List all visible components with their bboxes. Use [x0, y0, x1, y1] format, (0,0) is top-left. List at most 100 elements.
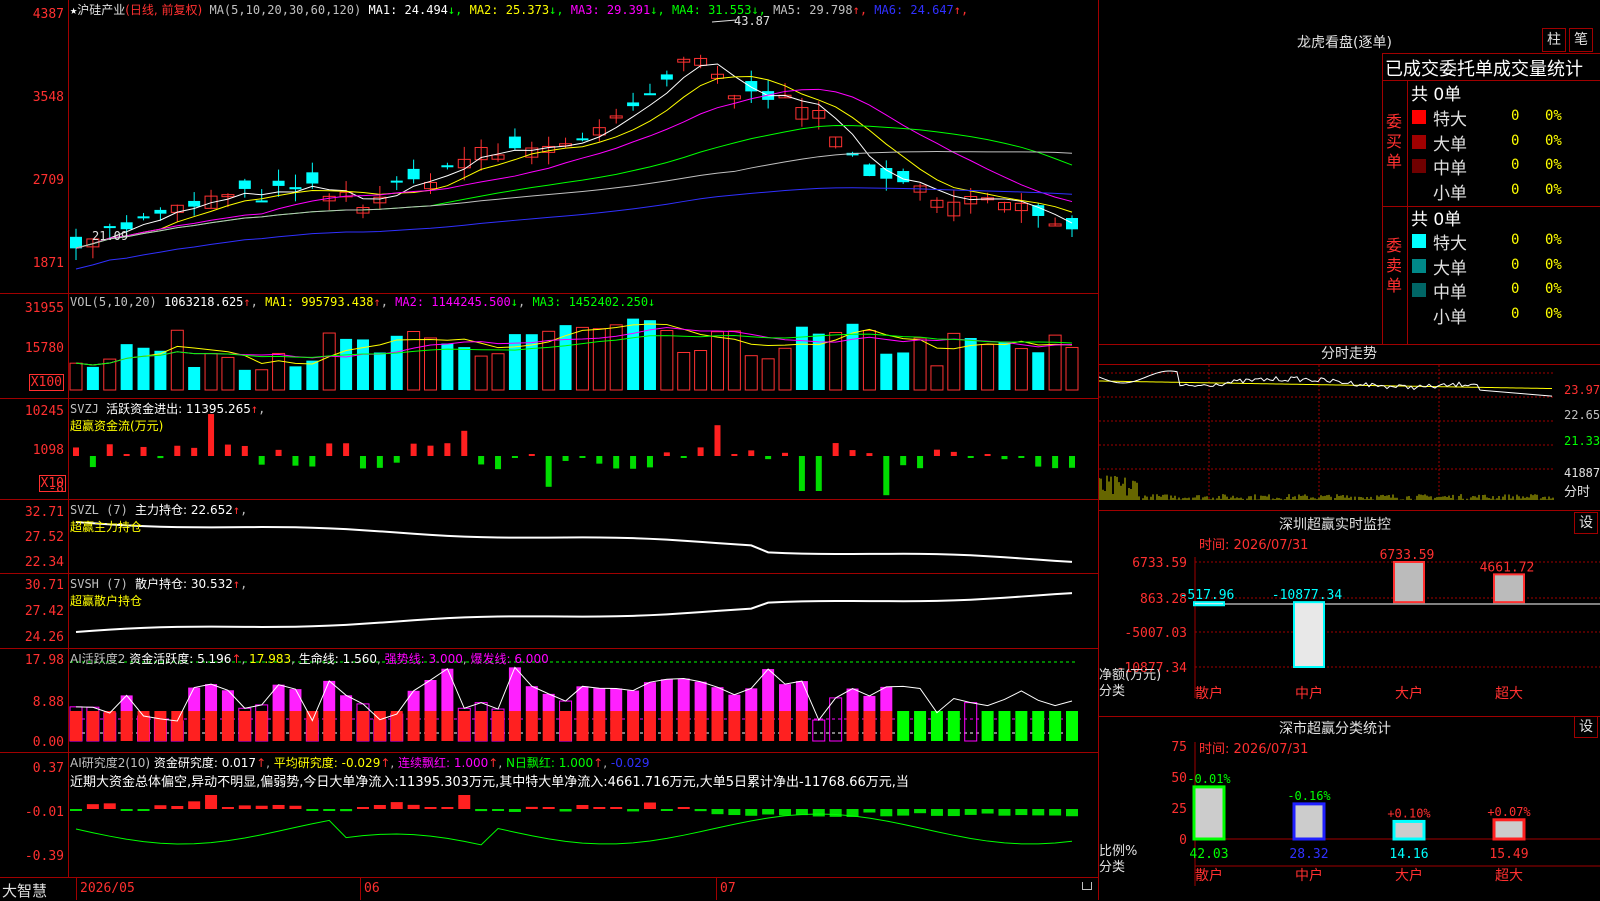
order-percent: 0%	[1545, 132, 1562, 149]
intraday-chart[interactable]	[1099, 345, 1600, 511]
order-count: 0	[1511, 181, 1520, 198]
stats-title: 已成交委托单成交量统计	[1385, 59, 1583, 80]
classification-panel[interactable]: 深市超赢分类统计 设 时间: 2026/07/31 75 50 25 0 -0.01% 4…	[1099, 716, 1600, 900]
order-count: 0	[1511, 256, 1520, 273]
kline-header: ★沪硅产业(日线, 前复权) MA(5,10,20,30,60,120) MA1…	[70, 1, 968, 18]
fund-flow-bar	[866, 453, 873, 456]
volume-panel[interactable]: 31955 15780 X100 VOL(5,10,20) 1063218.62…	[0, 294, 1098, 399]
research-bar	[779, 809, 792, 816]
category-label: 中户	[1295, 685, 1323, 702]
up-arrow-icon: ↑	[243, 295, 251, 309]
activity-bar	[323, 711, 336, 741]
volume-bar	[947, 332, 961, 391]
activity-bar	[677, 678, 690, 711]
volume-bar	[710, 331, 724, 391]
activity-bar	[289, 711, 302, 741]
ma-value-2: MA2: 25.373	[469, 3, 550, 17]
volume-bar	[761, 358, 775, 391]
volume-bar	[660, 329, 674, 391]
activity-bar	[897, 711, 910, 741]
activity-bar	[542, 693, 555, 711]
ai-research-panel[interactable]: 0.37 -0.01 -0.39 AI研究度2(10) 资金研究度: 0.017…	[0, 753, 1098, 878]
svsh-panel[interactable]: 30.71 27.42 24.26 SVSH (7) 散户持仓: 30.532↑…	[0, 574, 1098, 649]
fund-flow-bar	[596, 456, 603, 464]
order-percent: 0%	[1545, 157, 1562, 173]
activity-bar	[930, 711, 943, 741]
stock-name: 沪硅产业	[77, 3, 126, 17]
svzj-title: SVZJ	[70, 402, 99, 416]
research-bar	[441, 807, 454, 809]
svzl-title: SVZL (7)	[70, 503, 128, 517]
bottom-bar: 大智慧 2026/05 06 07	[0, 878, 1098, 900]
volume-chart[interactable]	[0, 294, 1098, 398]
column-view-button[interactable]: 柱	[1542, 28, 1566, 52]
activity-bar	[711, 711, 724, 741]
activity-bar	[880, 711, 893, 741]
activity-bar	[542, 711, 555, 741]
activity-bar	[779, 684, 792, 711]
low-price-label: 21.09	[92, 229, 129, 243]
activity-bar	[306, 711, 319, 741]
activity-bar	[238, 711, 251, 741]
activity-bar	[745, 711, 758, 741]
activity-bar	[677, 711, 690, 741]
svzj-panel[interactable]: 10245 1098 -8 X10 SVZJ 活跃资金进出: 11395.265…	[0, 399, 1098, 500]
order-type-label: 小单	[1433, 183, 1467, 204]
candlestick-chart[interactable]	[0, 0, 1098, 293]
y-tick: 25	[1171, 802, 1187, 817]
research-bar	[221, 807, 234, 809]
fund-flow-bar	[444, 443, 451, 456]
activity-bar	[70, 711, 82, 741]
sz-monitor-panel[interactable]: 深圳超赢实时监控 设 时间: 2026/07/31 6733.59 863.28-…	[1099, 512, 1600, 717]
fund-flow-bar	[461, 430, 468, 456]
research-bar	[745, 809, 758, 816]
fund-flow-bar	[917, 456, 924, 469]
activity-bar	[272, 684, 285, 711]
order-percent: 0%	[1545, 256, 1562, 273]
ma-value-1: MA1: 24.494	[368, 3, 448, 17]
tick-view-button[interactable]: 笔	[1569, 28, 1593, 52]
ai-activity-panel[interactable]: 17.98 8.88 0.00 AI活跃度2 资金活跃度: 5.196↑, 17…	[0, 649, 1098, 753]
volume-bar	[1065, 346, 1079, 391]
fund-flow-bar	[579, 456, 586, 458]
fund-flow-bar	[900, 456, 907, 466]
research-bar	[340, 809, 353, 812]
up-arrow-icon: ↑	[250, 402, 259, 416]
classification-chart[interactable]: 75 50 25 0 -0.01% 42.03 散户 -0.16% 28.32 中户 +0.10% 1…	[1099, 718, 1600, 900]
fund-flow-bar	[748, 450, 755, 456]
activity-bar	[120, 711, 133, 741]
order-type-label: 大单	[1433, 258, 1467, 279]
svsh-header: SVSH (7) 散户持仓: 30.532↑, 超赢散户持仓	[70, 577, 248, 608]
kline-panel[interactable]: 4387 3548 2709 1871 ★沪硅产业(日线, 前复权) MA(5,…	[0, 0, 1098, 294]
legend-swatch	[1412, 307, 1426, 322]
up-arrow-icon: ↑	[593, 756, 604, 770]
volume-bar	[627, 318, 640, 390]
ai1-v3: 生命线: 1.560	[298, 652, 377, 666]
vol-value: 1063218.625	[163, 295, 244, 309]
ai-activity-header: AI活跃度2 资金活跃度: 5.196↑, 17.983, 生命线: 1.560…	[70, 652, 549, 666]
candle-down	[154, 209, 167, 214]
candle-down	[390, 180, 403, 183]
fund-flow-bar	[1035, 456, 1042, 467]
fund-flow-bar	[832, 443, 839, 456]
research-bar	[86, 804, 99, 809]
fund-flow-bar	[765, 456, 772, 460]
fund-flow-bar	[478, 456, 485, 465]
volume-bar	[373, 352, 386, 390]
research-bar	[711, 809, 724, 815]
fund-flow-bar	[326, 443, 333, 456]
activity-bar	[188, 687, 201, 711]
brand-logo[interactable]: 大智慧	[2, 880, 47, 901]
ai2-label: 资金研究度: 0.017	[153, 756, 257, 770]
research-bar	[981, 809, 994, 814]
svzl-panel[interactable]: 32.71 27.52 22.34 SVZL (7) 主力持仓: 22.652↑…	[0, 500, 1098, 574]
period-label[interactable]: (日线, 前复权)	[125, 3, 202, 17]
ai1-v5: 爆发线: 6.000	[470, 652, 549, 666]
buy-order-label: 委买单	[1386, 112, 1403, 171]
order-type-label: 特大	[1433, 234, 1467, 254]
sz-net-chart[interactable]: 6733.59863.28-5007.03-10877.34-517.96散户-…	[1099, 512, 1600, 717]
lock-icon[interactable]	[1082, 882, 1092, 890]
intraday-panel[interactable]: 分时走势 23.97 22.65 21.33 41887 分时	[1099, 345, 1600, 511]
legend-swatch	[1412, 183, 1426, 198]
research-bar	[593, 807, 606, 809]
